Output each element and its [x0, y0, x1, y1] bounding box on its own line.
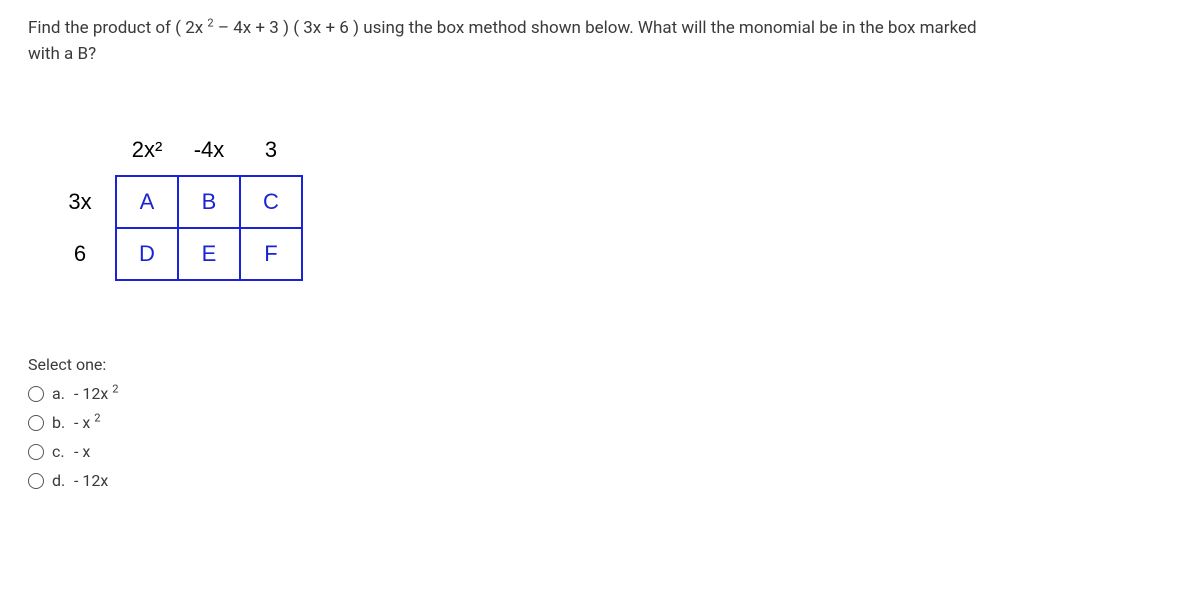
col-header-2: -4x [178, 125, 240, 176]
box-method-diagram: 2x² -4x 3 3x A B C 6 D E F [50, 125, 1172, 281]
row-label-1: 3x [50, 176, 116, 228]
cell-B: B [178, 176, 240, 228]
cell-E: E [178, 228, 240, 280]
col-header-1: 2x² [116, 125, 178, 176]
radio-icon[interactable] [28, 473, 44, 489]
answer-options: a. - 12x 2 b. - x 2 c. - x d. - 12x [28, 384, 1172, 490]
col-header-3: 3 [240, 125, 302, 176]
row-label-2: 6 [50, 228, 116, 280]
option-b[interactable]: b. - x 2 [28, 413, 1172, 432]
cell-A: A [116, 176, 178, 228]
radio-icon[interactable] [28, 415, 44, 431]
option-a[interactable]: a. - 12x 2 [28, 384, 1172, 403]
cell-F: F [240, 228, 302, 280]
cell-D: D [116, 228, 178, 280]
select-one-label: Select one: [28, 355, 1172, 374]
option-d[interactable]: d. - 12x [28, 471, 1172, 490]
question-text: Find the product of ( 2x 2 – 4x + 3 ) ( … [28, 16, 1172, 67]
radio-icon[interactable] [28, 386, 44, 402]
radio-icon[interactable] [28, 444, 44, 460]
option-c[interactable]: c. - x [28, 442, 1172, 461]
cell-C: C [240, 176, 302, 228]
